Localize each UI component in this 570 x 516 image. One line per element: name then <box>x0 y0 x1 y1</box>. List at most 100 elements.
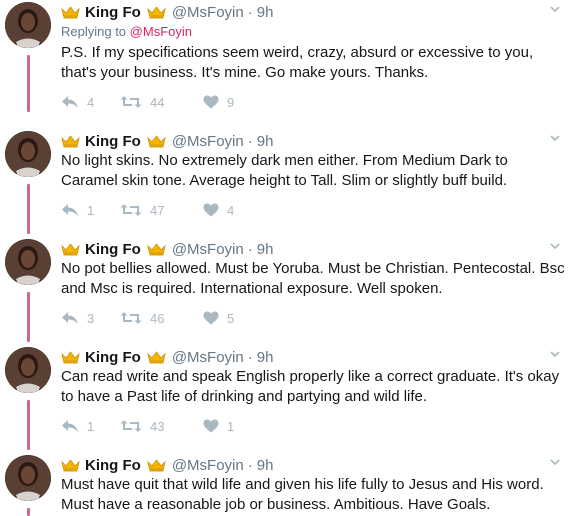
timestamp[interactable]: 9h <box>257 241 274 258</box>
separator-dot: · <box>247 132 253 150</box>
timestamp[interactable]: 9h <box>257 133 274 150</box>
crown-icon <box>147 350 166 363</box>
reply-icon <box>62 420 78 432</box>
like-count: 5 <box>227 310 235 326</box>
heart-icon <box>203 311 219 325</box>
thread-line <box>27 184 30 234</box>
tweet-header: King Fo @MsFoyin · 9h <box>61 347 273 367</box>
tweet-text: Can read write and speak English properl… <box>61 368 560 405</box>
tweet-text: No light skins. No extremely dark men ei… <box>61 152 508 189</box>
reply-icon <box>62 96 78 108</box>
tweet-actions: 1 47 4 <box>61 201 234 219</box>
crown-icon <box>61 242 80 255</box>
crown-icon <box>147 134 166 147</box>
avatar[interactable] <box>5 239 51 285</box>
tweet[interactable]: King Fo @MsFoyin · 9h No pot bellies all… <box>0 239 570 342</box>
tweet-actions: 1 43 1 <box>61 417 234 435</box>
tweet-text: No pot bellies allowed. Must be Yoruba. … <box>61 260 565 297</box>
reply-count: 4 <box>87 94 95 110</box>
display-name[interactable]: King Fo <box>85 4 141 21</box>
avatar[interactable] <box>5 131 51 177</box>
retweet-icon <box>120 204 142 216</box>
thread-line <box>27 508 30 516</box>
crown-icon <box>147 242 166 255</box>
like-button[interactable]: 5 <box>203 311 234 326</box>
tweet[interactable]: King Fo @MsFoyin · 9h Replying to @MsFoy… <box>0 2 570 112</box>
retweet-button[interactable]: 47 <box>120 203 203 218</box>
like-button[interactable]: 9 <box>203 95 234 110</box>
tweet-actions: 3 46 5 <box>61 309 234 327</box>
timestamp[interactable]: 9h <box>257 457 274 474</box>
avatar[interactable] <box>5 455 51 501</box>
tweet[interactable]: King Fo @MsFoyin · 9h No light skins. No… <box>0 131 570 234</box>
chevron-down-icon[interactable] <box>548 239 562 253</box>
crown-icon <box>61 350 80 363</box>
chevron-down-icon[interactable] <box>548 131 562 145</box>
reply-button[interactable]: 1 <box>61 203 120 218</box>
reply-button[interactable]: 1 <box>61 419 120 434</box>
timestamp[interactable]: 9h <box>257 349 274 366</box>
retweet-icon <box>120 312 142 324</box>
thread-line <box>27 400 30 450</box>
separator-dot: · <box>247 3 253 21</box>
tweet[interactable]: King Fo @MsFoyin · 9h Can read write and… <box>0 347 570 450</box>
separator-dot: · <box>247 456 253 474</box>
tweet-text: Must have quit that wild life and given … <box>61 476 544 513</box>
reply-count: 1 <box>87 202 95 218</box>
chevron-down-icon[interactable] <box>548 455 562 469</box>
retweet-button[interactable]: 43 <box>120 419 203 434</box>
crown-icon <box>61 458 80 471</box>
reply-count: 3 <box>87 310 95 326</box>
username[interactable]: @MsFoyin <box>172 4 244 21</box>
display-name[interactable]: King Fo <box>85 349 141 366</box>
thread-line <box>27 55 30 112</box>
retweet-button[interactable]: 44 <box>120 95 203 110</box>
tweet[interactable]: King Fo @MsFoyin · 9h Must have quit tha… <box>0 455 570 516</box>
tweet-header: King Fo @MsFoyin · 9h <box>61 131 273 151</box>
avatar[interactable] <box>5 2 51 48</box>
like-count: 9 <box>227 94 235 110</box>
like-count: 1 <box>227 418 235 434</box>
reply-button[interactable]: 3 <box>61 311 120 326</box>
username[interactable]: @MsFoyin <box>172 349 244 366</box>
username[interactable]: @MsFoyin <box>172 457 244 474</box>
replying-mention-link[interactable]: @MsFoyin <box>130 24 192 39</box>
replying-to: Replying to @MsFoyin <box>61 24 192 39</box>
tweet-actions: 4 44 9 <box>61 93 234 111</box>
reply-icon <box>62 312 78 324</box>
retweet-count: 44 <box>150 94 165 110</box>
display-name[interactable]: King Fo <box>85 457 141 474</box>
reply-count: 1 <box>87 418 95 434</box>
tweet-header: King Fo @MsFoyin · 9h <box>61 455 273 475</box>
heart-icon <box>203 95 219 109</box>
retweet-icon <box>120 96 142 108</box>
timestamp[interactable]: 9h <box>257 4 274 21</box>
crown-icon <box>147 5 166 18</box>
crown-icon <box>61 5 80 18</box>
like-button[interactable]: 4 <box>203 203 234 218</box>
retweet-count: 46 <box>150 310 165 326</box>
tweet-header: King Fo @MsFoyin · 9h <box>61 239 273 259</box>
display-name[interactable]: King Fo <box>85 241 141 258</box>
chevron-down-icon[interactable] <box>548 347 562 361</box>
retweet-count: 47 <box>150 202 165 218</box>
crown-icon <box>61 134 80 147</box>
retweet-button[interactable]: 46 <box>120 311 203 326</box>
username[interactable]: @MsFoyin <box>172 133 244 150</box>
chevron-down-icon[interactable] <box>548 2 562 16</box>
tweet-thread: King Fo @MsFoyin · 9h Replying to @MsFoy… <box>0 0 570 516</box>
heart-icon <box>203 203 219 217</box>
username[interactable]: @MsFoyin <box>172 241 244 258</box>
separator-dot: · <box>247 240 253 258</box>
like-count: 4 <box>227 202 235 218</box>
reply-button[interactable]: 4 <box>61 95 120 110</box>
display-name[interactable]: King Fo <box>85 133 141 150</box>
retweet-icon <box>120 420 142 432</box>
heart-icon <box>203 419 219 433</box>
avatar[interactable] <box>5 347 51 393</box>
replying-label: Replying to <box>61 24 127 39</box>
crown-icon <box>147 458 166 471</box>
tweet-text: P.S. If my specifications seem weird, cr… <box>61 44 534 81</box>
separator-dot: · <box>247 348 253 366</box>
like-button[interactable]: 1 <box>203 419 234 434</box>
